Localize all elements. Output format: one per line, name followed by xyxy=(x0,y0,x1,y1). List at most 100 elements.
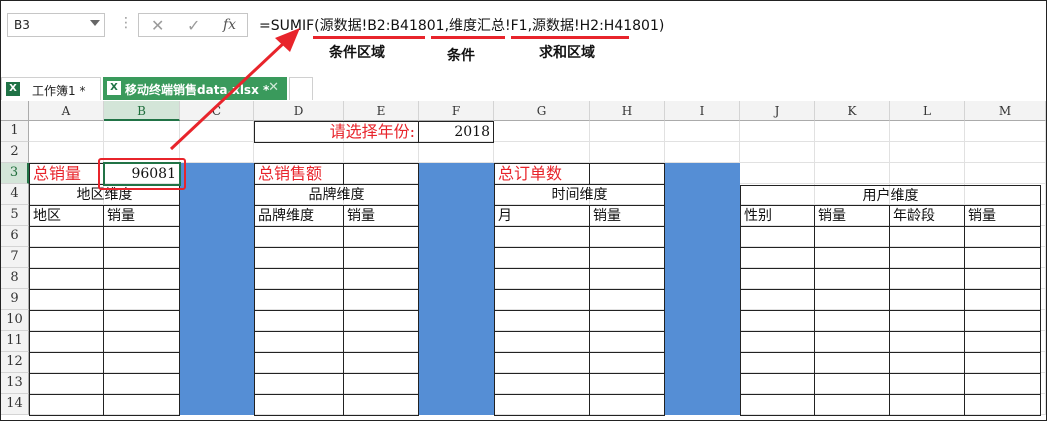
table-cell[interactable] xyxy=(965,269,1041,290)
row-header[interactable]: 13 xyxy=(1,373,29,394)
table-cell[interactable] xyxy=(494,374,590,395)
table-cell[interactable] xyxy=(815,227,890,248)
table-cell[interactable] xyxy=(890,311,965,332)
row-header[interactable]: 7 xyxy=(1,247,29,268)
row-header[interactable]: 11 xyxy=(1,331,29,352)
table-cell[interactable] xyxy=(344,374,419,395)
table-cell[interactable] xyxy=(104,395,180,416)
table-cell[interactable] xyxy=(344,332,419,353)
table-cell[interactable] xyxy=(254,374,344,395)
table-cell[interactable] xyxy=(344,395,419,416)
table-cell[interactable] xyxy=(965,311,1041,332)
table-cell[interactable] xyxy=(29,332,104,353)
table-cell[interactable] xyxy=(890,353,965,374)
table-cell[interactable] xyxy=(494,290,590,311)
table-cell[interactable] xyxy=(29,374,104,395)
table-cell[interactable] xyxy=(494,269,590,290)
table-cell[interactable] xyxy=(590,374,665,395)
cell-L5[interactable]: 年龄段 xyxy=(890,206,965,227)
table-cell[interactable] xyxy=(29,311,104,332)
table-cell[interactable] xyxy=(740,227,815,248)
cell-G5[interactable]: 月 xyxy=(494,206,590,227)
table-cell[interactable] xyxy=(494,248,590,269)
cell-H5[interactable]: 销量 xyxy=(590,206,665,227)
table-cell[interactable] xyxy=(815,353,890,374)
table-cell[interactable] xyxy=(965,353,1041,374)
table-cell[interactable] xyxy=(344,311,419,332)
table-cell[interactable] xyxy=(890,374,965,395)
table-cell[interactable] xyxy=(740,353,815,374)
table-cell[interactable] xyxy=(104,248,180,269)
row-header[interactable]: 12 xyxy=(1,352,29,373)
cell-J5[interactable]: 性别 xyxy=(740,206,815,227)
table-cell[interactable] xyxy=(590,248,665,269)
table-cell[interactable] xyxy=(815,290,890,311)
table-cell[interactable] xyxy=(29,227,104,248)
table-cell[interactable] xyxy=(965,227,1041,248)
table-cell[interactable] xyxy=(890,332,965,353)
table-cell[interactable] xyxy=(890,395,965,416)
table-cell[interactable] xyxy=(344,353,419,374)
table-cell[interactable] xyxy=(890,290,965,311)
table-cell[interactable] xyxy=(104,227,180,248)
table-cell[interactable] xyxy=(590,332,665,353)
row-header[interactable]: 9 xyxy=(1,289,29,310)
table-cell[interactable] xyxy=(740,248,815,269)
table-cell[interactable] xyxy=(254,290,344,311)
table-cell[interactable] xyxy=(590,269,665,290)
table-cell[interactable] xyxy=(965,332,1041,353)
table-cell[interactable] xyxy=(815,374,890,395)
table-cell[interactable] xyxy=(254,227,344,248)
table-cell[interactable] xyxy=(494,311,590,332)
table-cell[interactable] xyxy=(344,290,419,311)
table-cell[interactable] xyxy=(29,353,104,374)
table-cell[interactable] xyxy=(815,269,890,290)
table-cell[interactable] xyxy=(104,332,180,353)
table-cell[interactable] xyxy=(815,332,890,353)
table-cell[interactable] xyxy=(494,332,590,353)
table-cell[interactable] xyxy=(590,227,665,248)
table-cell[interactable] xyxy=(104,374,180,395)
table-cell[interactable] xyxy=(254,248,344,269)
table-cell[interactable] xyxy=(254,269,344,290)
table-cell[interactable] xyxy=(965,395,1041,416)
row-header[interactable]: 8 xyxy=(1,268,29,289)
row-header[interactable]: 6 xyxy=(1,226,29,247)
cell-K5[interactable]: 销量 xyxy=(815,206,890,227)
table-cell[interactable] xyxy=(254,353,344,374)
table-cell[interactable] xyxy=(344,227,419,248)
table-cell[interactable] xyxy=(494,353,590,374)
table-cell[interactable] xyxy=(740,290,815,311)
table-cell[interactable] xyxy=(104,311,180,332)
row-header[interactable]: 14 xyxy=(1,394,29,415)
table-cell[interactable] xyxy=(254,311,344,332)
table-cell[interactable] xyxy=(254,332,344,353)
table-cell[interactable] xyxy=(344,248,419,269)
table-cell[interactable] xyxy=(590,353,665,374)
table-cell[interactable] xyxy=(740,269,815,290)
table-cell[interactable] xyxy=(815,395,890,416)
table-cell[interactable] xyxy=(104,290,180,311)
table-cell[interactable] xyxy=(590,311,665,332)
table-cell[interactable] xyxy=(965,248,1041,269)
cell-A5[interactable]: 地区 xyxy=(29,206,104,227)
table-cell[interactable] xyxy=(965,290,1041,311)
cell-B5[interactable]: 销量 xyxy=(104,206,180,227)
table-cell[interactable] xyxy=(815,311,890,332)
table-cell[interactable] xyxy=(965,374,1041,395)
table-cell[interactable] xyxy=(740,374,815,395)
table-cell[interactable] xyxy=(344,269,419,290)
table-cell[interactable] xyxy=(29,269,104,290)
table-cell[interactable] xyxy=(590,290,665,311)
table-cell[interactable] xyxy=(815,248,890,269)
table-cell[interactable] xyxy=(104,353,180,374)
table-cell[interactable] xyxy=(590,395,665,416)
table-cell[interactable] xyxy=(890,269,965,290)
table-cell[interactable] xyxy=(29,248,104,269)
table-cell[interactable] xyxy=(890,227,965,248)
cell-D5[interactable]: 品牌维度 xyxy=(254,206,344,227)
cell-E5[interactable]: 销量 xyxy=(344,206,419,227)
table-cell[interactable] xyxy=(740,311,815,332)
table-cell[interactable] xyxy=(29,290,104,311)
cell-M5[interactable]: 销量 xyxy=(965,206,1041,227)
